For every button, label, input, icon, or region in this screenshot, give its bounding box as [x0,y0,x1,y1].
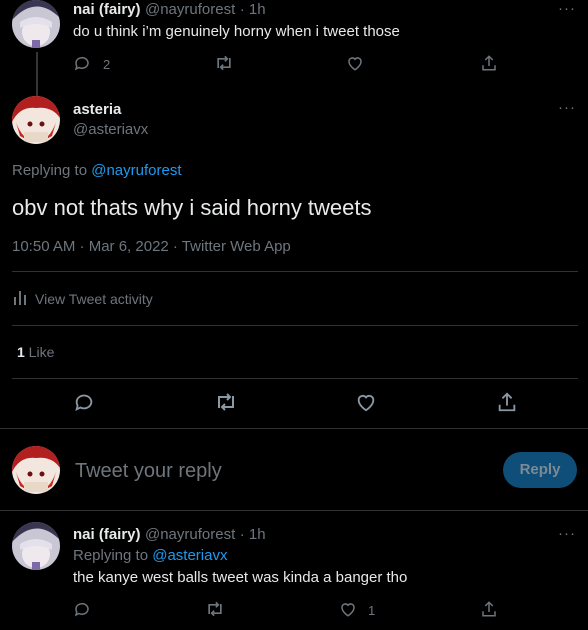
reply-icon[interactable] [73,391,95,413]
reply-input[interactable]: Tweet your reply [75,460,222,483]
likes-number: 1 [17,344,25,360]
replying-to: Replying to @asteriavx [73,547,227,564]
divider [12,378,578,379]
tweet-text: do u think i’m genuinely horny when i tw… [73,23,400,40]
divider [12,271,578,272]
like-icon[interactable] [355,391,377,413]
avatar-nai[interactable] [12,522,60,570]
tweet-time[interactable]: · 1h [240,1,266,18]
author-name[interactable]: nai (fairy) [73,1,141,18]
like-icon[interactable] [346,54,364,72]
avatar-nai[interactable] [12,0,60,48]
reply-icon[interactable] [73,600,91,618]
author-handle[interactable]: @nayruforest [145,1,235,18]
tweet1-header: nai (fairy) @nayruforest · 1h [73,1,266,19]
main-author-handle[interactable]: @asteriavx [73,121,148,138]
tweet-text: the kanye west balls tweet was kinda a b… [73,569,408,586]
like-icon[interactable] [339,600,357,618]
avatar-own[interactable] [12,446,60,494]
replying-handle-link[interactable]: @asteriavx [152,547,227,564]
retweet-icon[interactable] [205,600,225,618]
author-name[interactable]: nai (fairy) [73,526,141,543]
reply-count: 2 [103,57,111,72]
replying-prefix: Replying to [12,162,92,179]
analytics-icon[interactable] [14,291,28,305]
avatar-asteria[interactable] [12,96,60,144]
replying-handle-link[interactable]: @nayruforest [91,162,181,179]
divider [12,325,578,326]
share-icon[interactable] [480,54,498,72]
likes-label: Like [24,344,55,360]
more-options-button[interactable]: ··· [558,0,576,17]
reply-button[interactable]: Reply [503,452,577,488]
replying-to: Replying to @nayruforest [12,162,181,179]
tweet-time[interactable]: · 1h [240,526,266,543]
author-name[interactable]: asteria [73,101,121,118]
divider [0,428,588,429]
more-options-button[interactable]: ··· [558,99,576,116]
main-tweet-text: obv not thats why i said horny tweets [12,195,372,220]
divider [0,510,588,511]
share-icon[interactable] [496,391,518,413]
share-icon[interactable] [480,600,498,618]
tweet-timestamp[interactable]: 10:50 AM · Mar 6, 2022 · Twitter Web App [12,238,291,255]
tweet3-header: nai (fairy) @nayruforest · 1h [73,526,266,544]
main-author-name[interactable]: asteria [73,101,121,119]
retweet-icon[interactable] [214,54,234,72]
retweet-icon[interactable] [214,391,238,413]
replying-prefix: Replying to [73,547,153,564]
reply-icon[interactable] [73,54,91,72]
likes-count-link[interactable]: 1 Like [17,344,54,360]
author-handle[interactable]: @nayruforest [145,526,235,543]
like-count: 1 [368,603,376,618]
view-tweet-activity-link[interactable]: View Tweet activity [35,291,153,307]
more-options-button[interactable]: ··· [558,525,576,542]
